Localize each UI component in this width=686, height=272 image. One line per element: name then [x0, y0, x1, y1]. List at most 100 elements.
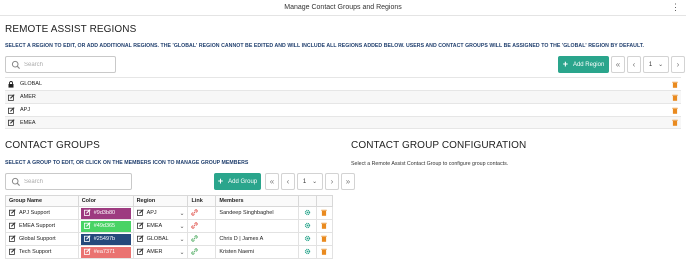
delete-cell[interactable]: [315, 219, 334, 233]
trash-icon[interactable]: [669, 81, 681, 88]
edit-icon[interactable]: [5, 119, 19, 126]
link-cell[interactable]: [187, 232, 217, 246]
gear-icon[interactable]: [304, 209, 311, 218]
color-cell[interactable]: #25497b: [77, 232, 134, 246]
group-name: Global Support: [19, 236, 56, 242]
group-name-cell[interactable]: Global Support: [5, 232, 79, 246]
chevron-down-icon[interactable]: ⌄: [179, 210, 184, 217]
add-group-label: Add Group: [228, 178, 258, 185]
edit-icon[interactable]: [136, 221, 144, 231]
region-cell[interactable]: EMEA ⌄: [132, 219, 189, 233]
next-page-button[interactable]: ›: [325, 173, 339, 190]
region-cell[interactable]: APJ ⌄: [132, 206, 189, 220]
edit-icon[interactable]: [9, 221, 16, 231]
groups-instructions: SELECT A GROUP TO EDIT, OR CLICK ON THE …: [5, 160, 249, 166]
add-region-button[interactable]: + Add Region: [558, 56, 609, 73]
link-icon[interactable]: [191, 247, 199, 257]
edit-icon[interactable]: [83, 247, 91, 257]
add-group-button[interactable]: + Add Group: [214, 173, 261, 190]
gear-icon[interactable]: [304, 222, 311, 231]
link-cell[interactable]: [187, 206, 217, 220]
edit-icon[interactable]: [9, 234, 16, 244]
members-settings-cell[interactable]: [298, 219, 317, 233]
edit-icon[interactable]: [9, 208, 16, 218]
group-name-cell[interactable]: EMEA Support: [5, 219, 79, 233]
edit-icon[interactable]: [136, 208, 144, 218]
edit-icon[interactable]: [83, 234, 91, 244]
edit-icon[interactable]: [136, 234, 144, 244]
table-row[interactable]: APJ Support #9d3b80 APJ ⌄ Sandeep Singhbaghe…: [5, 206, 334, 220]
config-message: Select a Remote Assist Contact Group to …: [351, 161, 509, 167]
link-icon[interactable]: [191, 234, 199, 244]
edit-icon[interactable]: [136, 247, 144, 257]
color-swatch[interactable]: #9d3b80: [80, 207, 131, 219]
page-select[interactable]: 1 ⌄: [643, 56, 669, 73]
trash-icon[interactable]: [669, 119, 681, 126]
delete-cell[interactable]: [315, 245, 334, 259]
first-page-button[interactable]: «: [611, 56, 625, 73]
prev-page-button[interactable]: ‹: [281, 173, 295, 190]
chevron-down-icon: ⌄: [658, 62, 664, 68]
trash-icon[interactable]: [321, 222, 328, 231]
color-swatch[interactable]: #25497b: [80, 233, 131, 245]
trash-icon[interactable]: [321, 209, 328, 218]
color-cell[interactable]: #ea7371: [77, 245, 134, 259]
edit-icon[interactable]: [9, 247, 16, 257]
region-row-amer[interactable]: AMER: [5, 90, 681, 103]
page-select[interactable]: 1 ⌄: [297, 173, 323, 190]
region-row-global[interactable]: GLOBAL: [5, 77, 681, 90]
table-row[interactable]: Tech Support #ea7371 AMER ⌄ Kristen Naemi: [5, 245, 334, 259]
groups-search-input[interactable]: [24, 176, 127, 188]
chevron-down-icon[interactable]: ⌄: [179, 223, 184, 230]
column-header-actions: [298, 195, 317, 207]
gear-icon[interactable]: [304, 235, 311, 244]
gear-icon[interactable]: [304, 248, 311, 257]
delete-cell[interactable]: [315, 206, 334, 220]
regions-heading: REMOTE ASSIST REGIONS: [5, 24, 137, 35]
color-value: #ea7371: [93, 249, 116, 255]
members-settings-cell[interactable]: [298, 232, 317, 246]
link-icon[interactable]: [191, 208, 199, 218]
link-cell[interactable]: [187, 219, 217, 233]
table-row[interactable]: EMEA Support #49d365 EMEA ⌄: [5, 219, 334, 233]
plus-icon: +: [562, 59, 568, 69]
edit-icon[interactable]: [5, 106, 19, 114]
trash-icon[interactable]: [321, 248, 328, 257]
members-settings-cell[interactable]: [298, 245, 317, 259]
color-cell[interactable]: #49d365: [77, 219, 134, 233]
trash-icon[interactable]: [669, 107, 681, 114]
trash-icon[interactable]: [321, 235, 328, 244]
first-page-button[interactable]: «: [265, 173, 279, 190]
color-cell[interactable]: #9d3b80: [77, 206, 134, 220]
table-row[interactable]: Global Support #25497b GLOBAL ⌄ Chris D | Ja…: [5, 232, 334, 246]
edit-icon[interactable]: [83, 208, 91, 218]
regions-search-input[interactable]: [24, 59, 111, 71]
delete-cell[interactable]: [315, 232, 334, 246]
color-swatch[interactable]: #49d365: [80, 220, 131, 232]
column-header-delete: [315, 195, 334, 207]
next-page-button[interactable]: ›: [671, 56, 685, 73]
region-cell[interactable]: GLOBAL ⌄: [132, 232, 189, 246]
members-cell: [215, 219, 300, 233]
chevron-down-icon[interactable]: ⌄: [179, 249, 184, 256]
regions-instructions: SELECT A REGION TO EDIT, OR ADD ADDITION…: [5, 43, 644, 49]
more-options-icon[interactable]: ⋮: [671, 2, 680, 12]
members-value: Sandeep Singhbaghel: [219, 210, 274, 216]
prev-page-button[interactable]: ‹: [627, 56, 641, 73]
group-name-cell[interactable]: Tech Support: [5, 245, 79, 259]
region-row-emea[interactable]: EMEA: [5, 116, 681, 129]
last-page-button[interactable]: »: [341, 173, 355, 190]
groups-search[interactable]: [5, 173, 132, 190]
edit-icon[interactable]: [5, 93, 19, 101]
color-swatch[interactable]: #ea7371: [80, 246, 131, 258]
members-settings-cell[interactable]: [298, 206, 317, 220]
chevron-down-icon[interactable]: ⌄: [179, 236, 184, 243]
trash-icon[interactable]: [669, 94, 681, 101]
edit-icon[interactable]: [83, 221, 91, 231]
link-cell[interactable]: [187, 245, 217, 259]
region-row-apj[interactable]: APJ: [5, 103, 681, 116]
region-cell[interactable]: AMER ⌄: [132, 245, 189, 259]
group-name-cell[interactable]: APJ Support: [5, 206, 79, 220]
regions-search[interactable]: [5, 56, 116, 73]
link-icon[interactable]: [191, 221, 199, 231]
